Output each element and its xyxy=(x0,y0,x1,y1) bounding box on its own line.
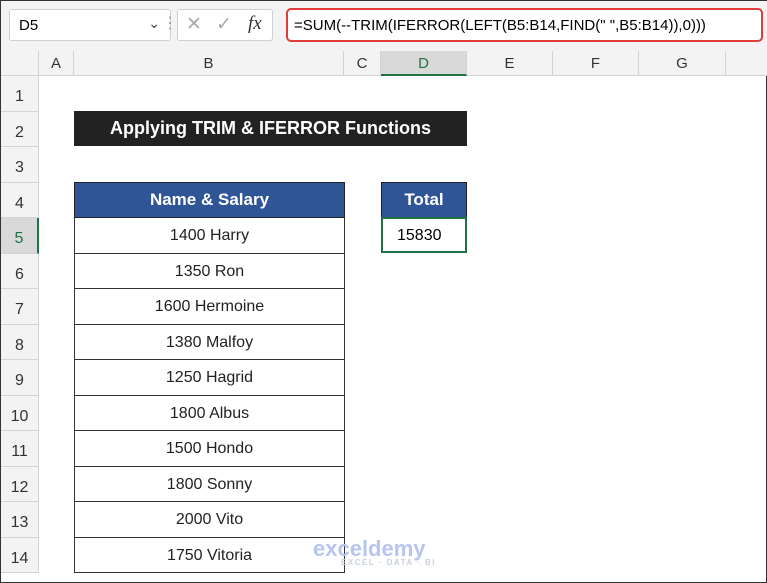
table-cell[interactable]: 2000 Vito xyxy=(74,502,345,538)
row-header-4[interactable]: 4 xyxy=(1,182,39,218)
table-cell[interactable]: 1800 Sonny xyxy=(74,466,345,502)
total-header: Total xyxy=(381,182,467,218)
row-header-9[interactable]: 9 xyxy=(1,360,39,396)
column-header-d[interactable]: D xyxy=(381,51,467,76)
column-header-f[interactable]: F xyxy=(553,51,639,76)
row-header-10[interactable]: 10 xyxy=(1,395,39,431)
row-header-7[interactable]: 7 xyxy=(1,289,39,325)
row-header-6[interactable]: 6 xyxy=(1,253,39,289)
cancel-icon[interactable]: ✕ xyxy=(186,13,202,36)
table-header-name-salary: Name & Salary xyxy=(74,182,345,218)
fx-icon[interactable]: fx xyxy=(248,13,262,35)
column-header-a[interactable]: A xyxy=(39,51,74,76)
select-all-button[interactable] xyxy=(1,51,39,76)
sheet-title: Applying TRIM & IFERROR Functions xyxy=(74,111,467,146)
table-cell[interactable]: 1350 Ron xyxy=(74,253,345,289)
column-header-g[interactable]: G xyxy=(639,51,726,76)
name-box-value: D5 xyxy=(19,17,39,34)
row-header-2[interactable]: 2 xyxy=(1,111,39,147)
table-cell[interactable]: 1400 Harry xyxy=(74,218,345,254)
total-value-cell[interactable]: 15830 xyxy=(381,217,467,253)
chevron-down-icon[interactable]: ⌄ xyxy=(148,15,160,32)
row-header-11[interactable]: 11 xyxy=(1,431,39,467)
row-header-1[interactable]: 1 xyxy=(1,76,39,112)
table-cell[interactable]: 1500 Hondo xyxy=(74,431,345,467)
formula-input[interactable]: =SUM(--TRIM(IFERROR(LEFT(B5:B14,FIND(" "… xyxy=(286,8,763,42)
separator-icon: ⋮ xyxy=(162,15,178,32)
column-header-b[interactable]: B xyxy=(74,51,344,76)
row-header-12[interactable]: 12 xyxy=(1,466,39,502)
name-box[interactable]: D5 ⌄ xyxy=(9,9,171,41)
table-cell[interactable]: 1800 Albus xyxy=(74,395,345,431)
table-cell[interactable]: 1600 Hermoine xyxy=(74,289,345,325)
row-header-8[interactable]: 8 xyxy=(1,324,39,360)
exceldemy-watermark: exceldemy EXCEL · DATA · BI xyxy=(313,536,436,567)
watermark-tagline: EXCEL · DATA · BI xyxy=(341,558,436,567)
row-header-14[interactable]: 14 xyxy=(1,537,39,573)
column-headers: A B C D E F G xyxy=(1,51,767,76)
table-cell[interactable]: 1750 Vitoria xyxy=(74,537,345,573)
column-header-c[interactable]: C xyxy=(344,51,381,76)
row-header-3[interactable]: 3 xyxy=(1,147,39,183)
table-cell[interactable]: 1250 Hagrid xyxy=(74,360,345,396)
formula-buttons: ✕ ✓ fx xyxy=(177,9,273,41)
table-cell[interactable]: 1380 Malfoy xyxy=(74,324,345,360)
enter-icon[interactable]: ✓ xyxy=(216,13,232,36)
row-header-5[interactable]: 5 xyxy=(1,218,39,254)
column-header-e[interactable]: E xyxy=(467,51,553,76)
row-header-13[interactable]: 13 xyxy=(1,502,39,538)
